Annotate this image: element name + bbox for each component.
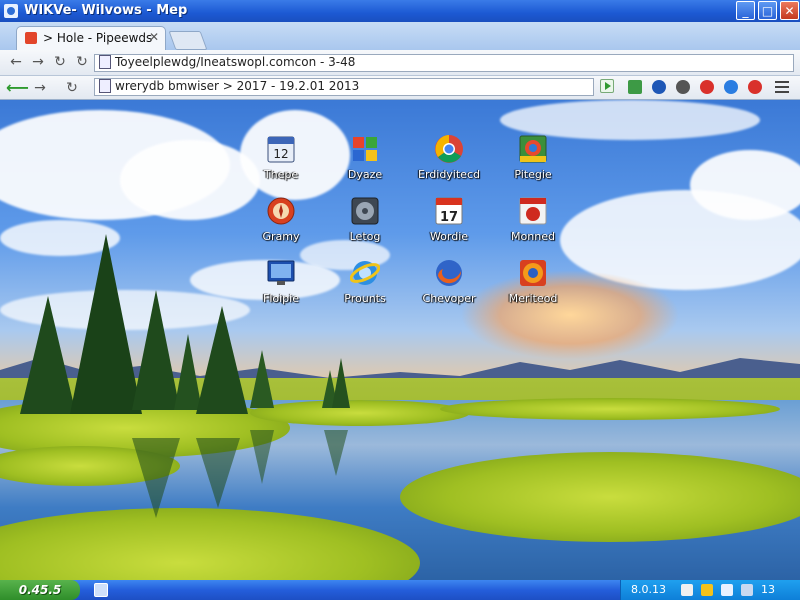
desktop: 12 Thepe Dyaze Erdidyitecd Pitegie Gramy… [0,100,800,580]
chrome-icon [435,135,463,163]
reload-button[interactable]: ↻ [50,53,70,71]
tab-strip: > Hole - Pipeewds ✕ [0,22,800,50]
favicon-icon [25,32,37,44]
red-app-icon [519,197,547,225]
desktop-icon-monned[interactable]: Monned [490,196,576,258]
internet-explorer-icon [350,261,380,285]
desktop-icon-meriteod[interactable]: Meriteod [490,258,576,320]
pine-tree [196,306,248,414]
firefox-orange-icon [520,260,546,286]
desktop-icon-floipie[interactable]: Floipie [238,258,324,320]
desktop-icon-thepe[interactable]: 12 Thepe [238,134,324,196]
address-text: Toyeelplewdg/Ineatswopl.comcon - 3-48 [115,55,356,69]
go-icon[interactable] [600,79,614,93]
back-button-green[interactable]: ⟵ [6,79,29,97]
icon-label: Chevoper [422,292,476,305]
security-icon[interactable] [721,584,733,596]
desktop-icon-erdidyitecd[interactable]: Erdidyitecd [406,134,492,196]
windows-logo-icon [353,137,377,161]
desktop-icon-prounts[interactable]: Prounts [322,258,408,320]
calendar-icon: 12 [267,136,295,163]
pine-tree [332,358,350,408]
taskbar: 0.45.5 8.0.13 13 [0,580,800,600]
pine-tree [250,350,274,408]
grass-bank [440,398,780,420]
globe-icon[interactable] [652,80,666,94]
desktop-icon-dyaze[interactable]: Dyaze [322,134,408,196]
app-icon [4,4,18,18]
pine-tree [20,296,76,414]
secondary-toolbar: ⟵ → ↻ wrerydb bmwiser > 2017 - 19.2.01 2… [0,76,800,100]
notification-icon[interactable] [741,584,753,596]
tree-reflection [196,438,240,508]
title-bar: WIKVe- Wilvows - Mep _ □ ✕ [0,0,800,22]
calendar-17-number: 17 [440,210,458,225]
tab-home[interactable]: > Hole - Pipeewds ✕ [16,26,166,50]
desktop-icon-wordie[interactable]: 17 Wordie [406,196,492,258]
menu-icon[interactable] [775,81,789,93]
desktop-icon-chevoper[interactable]: Chevoper [406,258,492,320]
calendar-17-icon: 17 [435,197,463,225]
icon-label: Prounts [344,292,386,305]
desktop-icon-pitegie[interactable]: Pitegie [490,134,576,196]
page-icon [99,55,111,69]
icon-label: Wordie [429,230,469,243]
new-tab-button[interactable] [168,31,208,50]
reload-button-2[interactable]: ↻ [72,53,92,71]
opera-icon[interactable] [700,80,714,94]
maximize-button[interactable]: □ [758,1,777,20]
reload-button-3[interactable]: ↻ [62,79,82,97]
minimize-button[interactable]: _ [736,1,755,20]
compass-icon [267,197,295,225]
clock: 13 [761,583,775,596]
tab-close-icon[interactable]: ✕ [149,30,159,44]
search-bar[interactable]: wrerydb bmwiser > 2017 - 19.2.01 2013 [94,78,594,96]
icon-label: Floipie [263,292,299,305]
page-icon-2 [99,79,111,93]
grass-bank [250,400,470,426]
start-button[interactable]: 0.45.5 [0,580,80,600]
image-icon[interactable] [628,80,642,94]
icon-label: Gramy [262,230,300,243]
firefox-icon [436,260,462,286]
shield-icon[interactable] [724,80,738,94]
window-title: WIKVe- Wilvows - Mep [24,3,188,18]
search-text: wrerydb bmwiser > 2017 - 19.2.01 2013 [115,79,360,93]
desktop-icon-letog[interactable]: Letog [322,196,408,258]
tree-reflection [324,430,348,476]
navigation-toolbar: ← → ↻ ↻ Toyeelplewdg/Ineatswopl.comcon -… [0,50,800,76]
icon-label: Letog [349,230,381,243]
tree-reflection [132,438,180,518]
tree-reflection [250,430,274,484]
forward-button-2[interactable]: → [30,79,50,97]
network-icon[interactable] [681,584,693,596]
desktop-icon-gramy[interactable]: Gramy [238,196,324,258]
calendar-number: 12 [273,147,288,161]
tab-title: > Hole - Pipeewds [43,31,153,45]
icon-label: Dyaze [347,168,383,181]
icon-label: Pitegie [514,168,552,181]
icon-label: Erdidyitecd [418,168,480,181]
quick-launch-icon[interactable] [94,583,108,597]
back-button[interactable]: ← [6,53,26,71]
photo-icon [519,135,547,163]
monitor-icon [267,260,295,285]
address-bar[interactable]: Toyeelplewdg/Ineatswopl.comcon - 3-48 [94,54,794,72]
user-icon[interactable] [676,80,690,94]
disk-icon [351,197,379,225]
cloud [690,150,800,220]
stop-icon[interactable] [748,80,762,94]
forward-button[interactable]: → [28,53,48,71]
volume-icon[interactable] [701,584,713,596]
system-tray: 8.0.13 13 [620,580,800,600]
pine-tree [132,290,180,410]
grass-island [400,452,800,542]
icon-label: Thepe [263,168,299,181]
tray-time: 8.0.13 [631,583,666,596]
icon-label: Meriteod [508,292,558,305]
close-button[interactable]: ✕ [780,1,799,20]
icon-label: Monned [511,230,555,243]
